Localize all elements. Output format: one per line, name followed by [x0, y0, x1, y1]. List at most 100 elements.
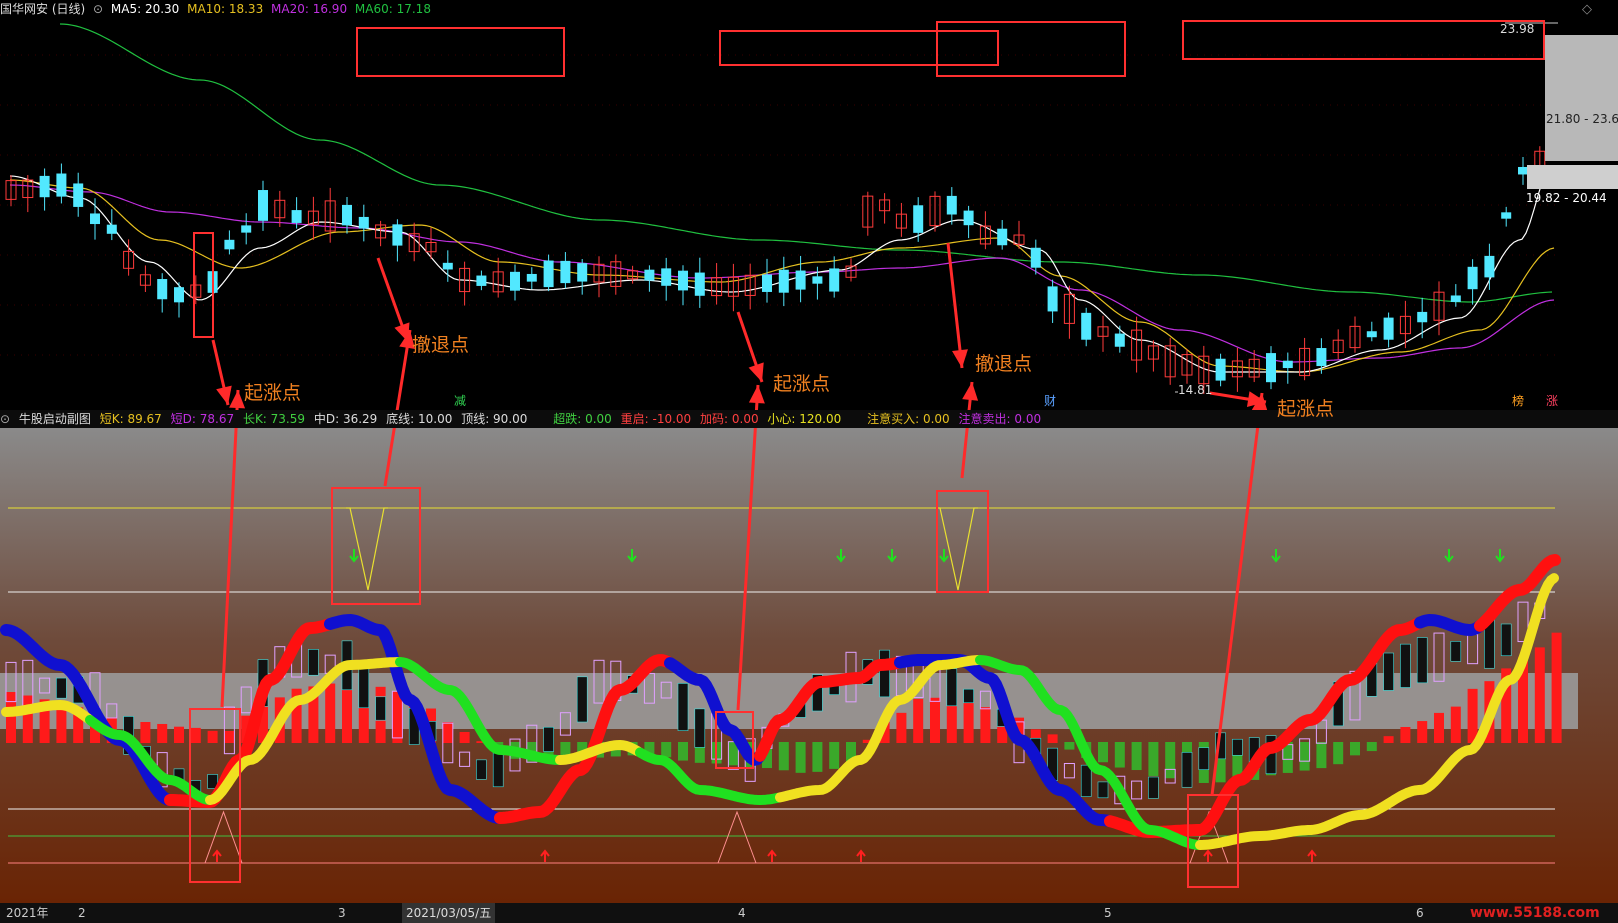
histogram-bar: [1534, 647, 1545, 743]
annotation-rise-1: 起涨点: [244, 382, 302, 404]
histogram-bar: [896, 712, 907, 743]
candle-body-down: [1047, 286, 1058, 312]
axis-month-2: 2: [78, 906, 86, 920]
histogram-bar: [1467, 688, 1478, 743]
candle-body-down: [342, 204, 352, 226]
careful-label: 小心: 120.00: [767, 412, 842, 426]
candle-body-down: [829, 268, 840, 292]
histogram-bar: [1383, 736, 1394, 743]
add-pos-label: 加码: 0.00: [700, 412, 759, 426]
sub-candle-down: [879, 649, 890, 698]
histogram-bar: [6, 692, 16, 743]
histogram-bar: [812, 742, 823, 772]
candle-body-down: [678, 270, 688, 291]
sub-candle-down: [1148, 776, 1159, 799]
sub-candle-down: [308, 649, 319, 676]
candle-body-down: [510, 271, 520, 291]
candle-body-down: [224, 239, 235, 250]
histogram-bar: [1333, 742, 1344, 765]
candle-body-down: [1467, 266, 1478, 290]
histogram-bar: [1434, 712, 1444, 743]
sub-candle-down: [358, 662, 370, 709]
histogram-bar: [442, 722, 453, 743]
sub-indicator-name[interactable]: 牛股启动副图: [19, 412, 91, 426]
restart-label: 重启: -10.00: [620, 412, 692, 426]
candle-body-down: [560, 260, 571, 284]
sub-candle-down: [476, 759, 487, 780]
axis-month-4: 4: [738, 906, 746, 920]
sub-candle-down: [1383, 652, 1394, 691]
candle-body-down: [997, 228, 1008, 246]
sub-toggle-icon[interactable]: ⊙: [0, 412, 10, 426]
histogram-bar: [140, 722, 151, 743]
histogram-bar: [1148, 742, 1159, 776]
candle-body-down: [526, 273, 537, 282]
candle-body-down: [644, 269, 655, 281]
zone-upper-band: [1545, 35, 1618, 161]
sub-candle-down: [1097, 781, 1109, 799]
histogram-bar: [1400, 726, 1411, 743]
sub-candle-down: [1500, 623, 1512, 657]
buy-note-label: 注意买入: 0.00: [867, 412, 950, 426]
annotation-rise-2: 起涨点: [773, 373, 831, 395]
candle-body-down: [913, 205, 924, 233]
candle-body-down: [174, 287, 184, 303]
sub-candle-down: [946, 668, 958, 707]
histogram-bar: [1165, 742, 1176, 779]
chart-canvas: 23.98 21.80 - 23.68 19.82 - 20.44 14.81 …: [0, 18, 1618, 903]
sub-candle-down: [1232, 738, 1243, 756]
histogram-bar: [1366, 742, 1377, 752]
candle-body-down: [1282, 360, 1293, 369]
marker-jian: 减: [454, 394, 466, 408]
long-k-label: 长K: 73.59: [242, 412, 306, 426]
histogram-bar: [1047, 734, 1058, 743]
sub-candle-down: [1400, 643, 1411, 688]
candle-body-down: [39, 175, 50, 198]
candle-body-down: [157, 279, 168, 300]
zone-upper-label: 21.80 - 23.68: [1546, 112, 1618, 126]
histogram-bar: [1131, 742, 1142, 771]
annotation-rise-3: 起涨点: [1277, 398, 1335, 420]
sub-candle-down: [1416, 637, 1428, 684]
candle-body-down: [476, 275, 487, 286]
histogram-bar: [325, 683, 336, 743]
watermark: www.55188.com: [1470, 905, 1600, 921]
histogram-bar: [157, 723, 168, 743]
histogram-bar: [1299, 742, 1310, 771]
candle-body-down: [661, 268, 672, 286]
candle-body-down: [291, 210, 302, 223]
candle-body-down: [1484, 255, 1495, 278]
sub-candle-down: [1450, 641, 1462, 662]
histogram-bar: [1316, 742, 1327, 769]
histogram-bar: [980, 707, 991, 743]
histogram-bar: [22, 695, 33, 743]
histogram-bar: [1551, 632, 1562, 743]
candle-body-down: [694, 272, 705, 296]
short-k-label: 短K: 89.67: [99, 412, 162, 426]
sub-candle-down: [963, 688, 974, 704]
sub-candle-down: [677, 683, 689, 731]
histogram-bar: [778, 742, 789, 771]
candle-body-down: [1518, 166, 1528, 175]
bottom-line-label: 底线: 10.00: [386, 412, 453, 426]
candle-body-down: [358, 216, 369, 229]
candle-body-down: [762, 274, 772, 292]
candle-body-down: [442, 262, 453, 270]
marker-zhang: 涨: [1546, 393, 1558, 408]
candle-body-down: [1316, 348, 1327, 367]
histogram-bar: [946, 700, 957, 743]
zone-lower-band: [1527, 165, 1618, 189]
histogram-bar: [207, 730, 218, 743]
candle-body-down: [241, 225, 252, 233]
annotation-retreat-2: 撤退点: [975, 353, 1033, 375]
histogram-bar: [829, 742, 840, 769]
candle-body-down: [73, 183, 84, 207]
sell-note-label: 注意卖出: 0.00: [958, 412, 1042, 426]
axis-month-6: 6: [1416, 906, 1424, 920]
candle-body-down: [543, 260, 554, 288]
candle-body-down: [392, 224, 403, 246]
candle-body-down: [90, 213, 100, 225]
axis-year: 2021年: [6, 906, 49, 920]
histogram-bar: [1417, 721, 1428, 743]
time-axis: 2021年 2 3 2021/03/05/五 4 5 6 www.55188.c…: [0, 903, 1618, 923]
